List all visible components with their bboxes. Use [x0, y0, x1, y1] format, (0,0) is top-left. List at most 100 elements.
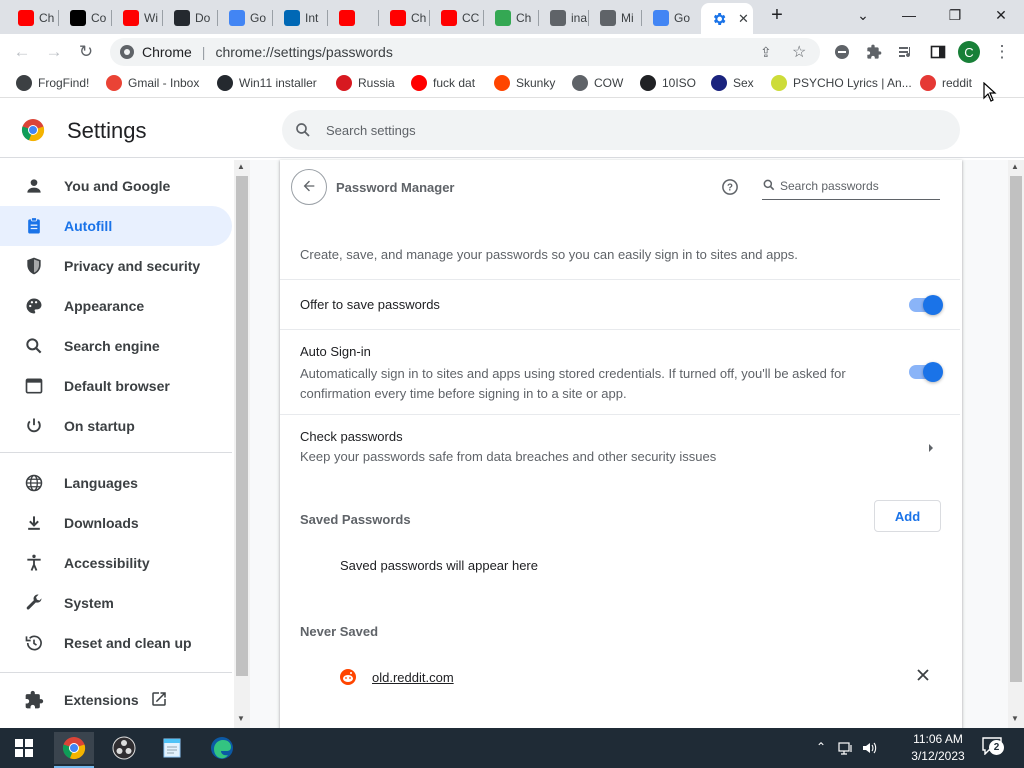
saved-passwords-empty: Saved passwords will appear here	[340, 558, 538, 573]
help-icon[interactable]: ?	[721, 178, 739, 199]
offer-to-save-toggle[interactable]	[909, 295, 943, 315]
tab-favicon-icon	[229, 10, 245, 26]
edge-icon[interactable]	[202, 732, 242, 764]
notepad-icon[interactable]	[152, 732, 192, 764]
bookmark-item[interactable]: FrogFind!	[16, 75, 89, 91]
bookmark-item[interactable]: PSYCHO Lyrics | An...	[771, 75, 912, 91]
never-saved-site-link[interactable]: old.reddit.com	[372, 670, 454, 685]
tab-4[interactable]: Go	[219, 4, 267, 32]
share-icon[interactable]: ⇪	[760, 44, 772, 61]
back-arrow-icon[interactable]: ←	[10, 40, 34, 64]
arrow-right-icon[interactable]	[927, 441, 935, 456]
main-scrollbar[interactable]: ▲ ▼	[1008, 160, 1024, 728]
extensions-puzzle-icon[interactable]	[862, 40, 886, 64]
sidebar-item-appearance[interactable]: Appearance	[0, 286, 232, 326]
bookmark-item[interactable]: Gmail - Inbox	[106, 75, 199, 91]
tab-2[interactable]: Wi	[113, 4, 161, 32]
tab-6[interactable]	[329, 4, 377, 32]
close-window-button[interactable]: ✕	[978, 0, 1024, 30]
check-passwords-row[interactable]: Check passwords Keep your passwords safe…	[280, 414, 960, 479]
sidebar-item-search-engine[interactable]: Search engine	[0, 326, 232, 366]
new-tab-button[interactable]: +	[760, 0, 794, 30]
omnibox[interactable]: Chrome | chrome://settings/passwords ⇪ ☆	[110, 38, 820, 66]
tab-separator	[429, 10, 430, 26]
auto-signin-row[interactable]: Auto Sign-in Automatically sign in to si…	[280, 329, 960, 414]
tab-8[interactable]: CC	[431, 4, 479, 32]
chrome-logo-icon[interactable]	[118, 43, 136, 61]
extension-incognito-icon[interactable]	[830, 40, 854, 64]
sidebar-item-system[interactable]: System	[0, 583, 232, 623]
offer-to-save-row[interactable]: Offer to save passwords	[280, 279, 960, 329]
bookmark-item[interactable]: 10ISO	[640, 75, 696, 91]
tab-separator	[111, 10, 112, 26]
tab-favicon-icon	[174, 10, 190, 26]
bookmark-item[interactable]: reddit	[920, 75, 972, 91]
scroll-up-icon[interactable]: ▲	[1011, 162, 1019, 171]
password-search-input[interactable]: Search passwords	[762, 174, 940, 200]
bookmark-item[interactable]: Sex	[711, 75, 754, 91]
close-tab-icon[interactable]: ✕	[738, 11, 749, 27]
reload-icon[interactable]: ↻	[74, 40, 98, 64]
chrome-taskbar-icon[interactable]	[54, 732, 94, 768]
sidebar-item-languages[interactable]: Languages	[0, 463, 232, 503]
tab-0[interactable]: Ch	[8, 4, 56, 32]
auto-signin-toggle[interactable]	[909, 362, 943, 382]
sidebar-item-autofill[interactable]: Autofill	[0, 206, 232, 246]
clipboard-icon	[24, 216, 44, 236]
search-icon	[762, 178, 776, 195]
tab-label: Ch	[516, 11, 532, 25]
tab-1[interactable]: Co	[60, 4, 108, 32]
back-button[interactable]	[291, 169, 327, 205]
settings-search-input[interactable]: Search settings	[282, 110, 960, 150]
tab-search-button[interactable]: ⌄	[840, 0, 886, 30]
bookmark-item[interactable]: Skunky	[494, 75, 555, 91]
sidebar-scrollbar[interactable]: ▲ ▼	[234, 160, 250, 728]
obs-icon[interactable]	[104, 732, 144, 764]
sidebar-scrollbar-thumb[interactable]	[236, 176, 248, 676]
sidebar-item-label: On startup	[64, 418, 135, 434]
tab-12[interactable]: Go	[643, 4, 691, 32]
url-text[interactable]: chrome://settings/passwords	[215, 44, 392, 60]
tab-5[interactable]: Int	[274, 4, 322, 32]
bookmark-item[interactable]: COW	[572, 75, 623, 91]
network-icon[interactable]	[838, 740, 854, 759]
sidebar-item-privacy-and-security[interactable]: Privacy and security	[0, 246, 232, 286]
start-icon[interactable]	[4, 732, 44, 764]
kebab-menu-icon[interactable]: ⋮	[990, 40, 1014, 64]
volume-icon[interactable]	[862, 740, 878, 759]
clock-time[interactable]: 11:06 AM	[896, 732, 980, 746]
notification-center-icon[interactable]: 2	[982, 737, 1004, 757]
tab-10[interactable]: ina	[540, 4, 588, 32]
add-password-button[interactable]: Add	[874, 500, 941, 532]
tab-11[interactable]: Mi	[590, 4, 638, 32]
sidebar-item-extensions[interactable]: Extensions	[0, 680, 232, 720]
sidebar-item-on-startup[interactable]: On startup	[0, 406, 232, 446]
minimize-button[interactable]: —	[886, 0, 932, 30]
profile-avatar[interactable]: C	[958, 41, 980, 63]
bookmark-item[interactable]: Win11 installer	[217, 75, 317, 91]
sidebar-item-reset-and-clean-up[interactable]: Reset and clean up	[0, 623, 232, 663]
media-controls-icon[interactable]	[894, 40, 918, 64]
bookmark-item[interactable]: fuck dat	[411, 75, 475, 91]
sidebar-item-downloads[interactable]: Downloads	[0, 503, 232, 543]
scroll-down-icon[interactable]: ▼	[237, 714, 245, 723]
side-panel-icon[interactable]	[926, 40, 950, 64]
main-scrollbar-thumb[interactable]	[1010, 176, 1022, 682]
scroll-up-icon[interactable]: ▲	[237, 162, 245, 171]
sidebar-item-accessibility[interactable]: Accessibility	[0, 543, 232, 583]
sidebar-item-you-and-google[interactable]: You and Google	[0, 166, 232, 206]
tab-settings[interactable]: ✕	[701, 3, 753, 34]
forward-arrow-icon[interactable]: →	[42, 40, 66, 64]
sidebar-item-default-browser[interactable]: Default browser	[0, 366, 232, 406]
tab-3[interactable]: Do	[164, 4, 212, 32]
tab-favicon-icon	[550, 10, 566, 26]
maximize-button[interactable]: ❐	[932, 0, 978, 30]
scroll-down-icon[interactable]: ▼	[1011, 714, 1019, 723]
chevron-up-icon[interactable]: ⌃	[816, 740, 826, 754]
tab-9[interactable]: Ch	[485, 4, 533, 32]
tab-7[interactable]: Ch	[380, 4, 428, 32]
remove-exception-close-icon[interactable]	[916, 668, 930, 685]
clock-date[interactable]: 3/12/2023	[896, 749, 980, 763]
bookmark-star-icon[interactable]: ☆	[792, 42, 806, 62]
bookmark-item[interactable]: Russia	[336, 75, 395, 91]
